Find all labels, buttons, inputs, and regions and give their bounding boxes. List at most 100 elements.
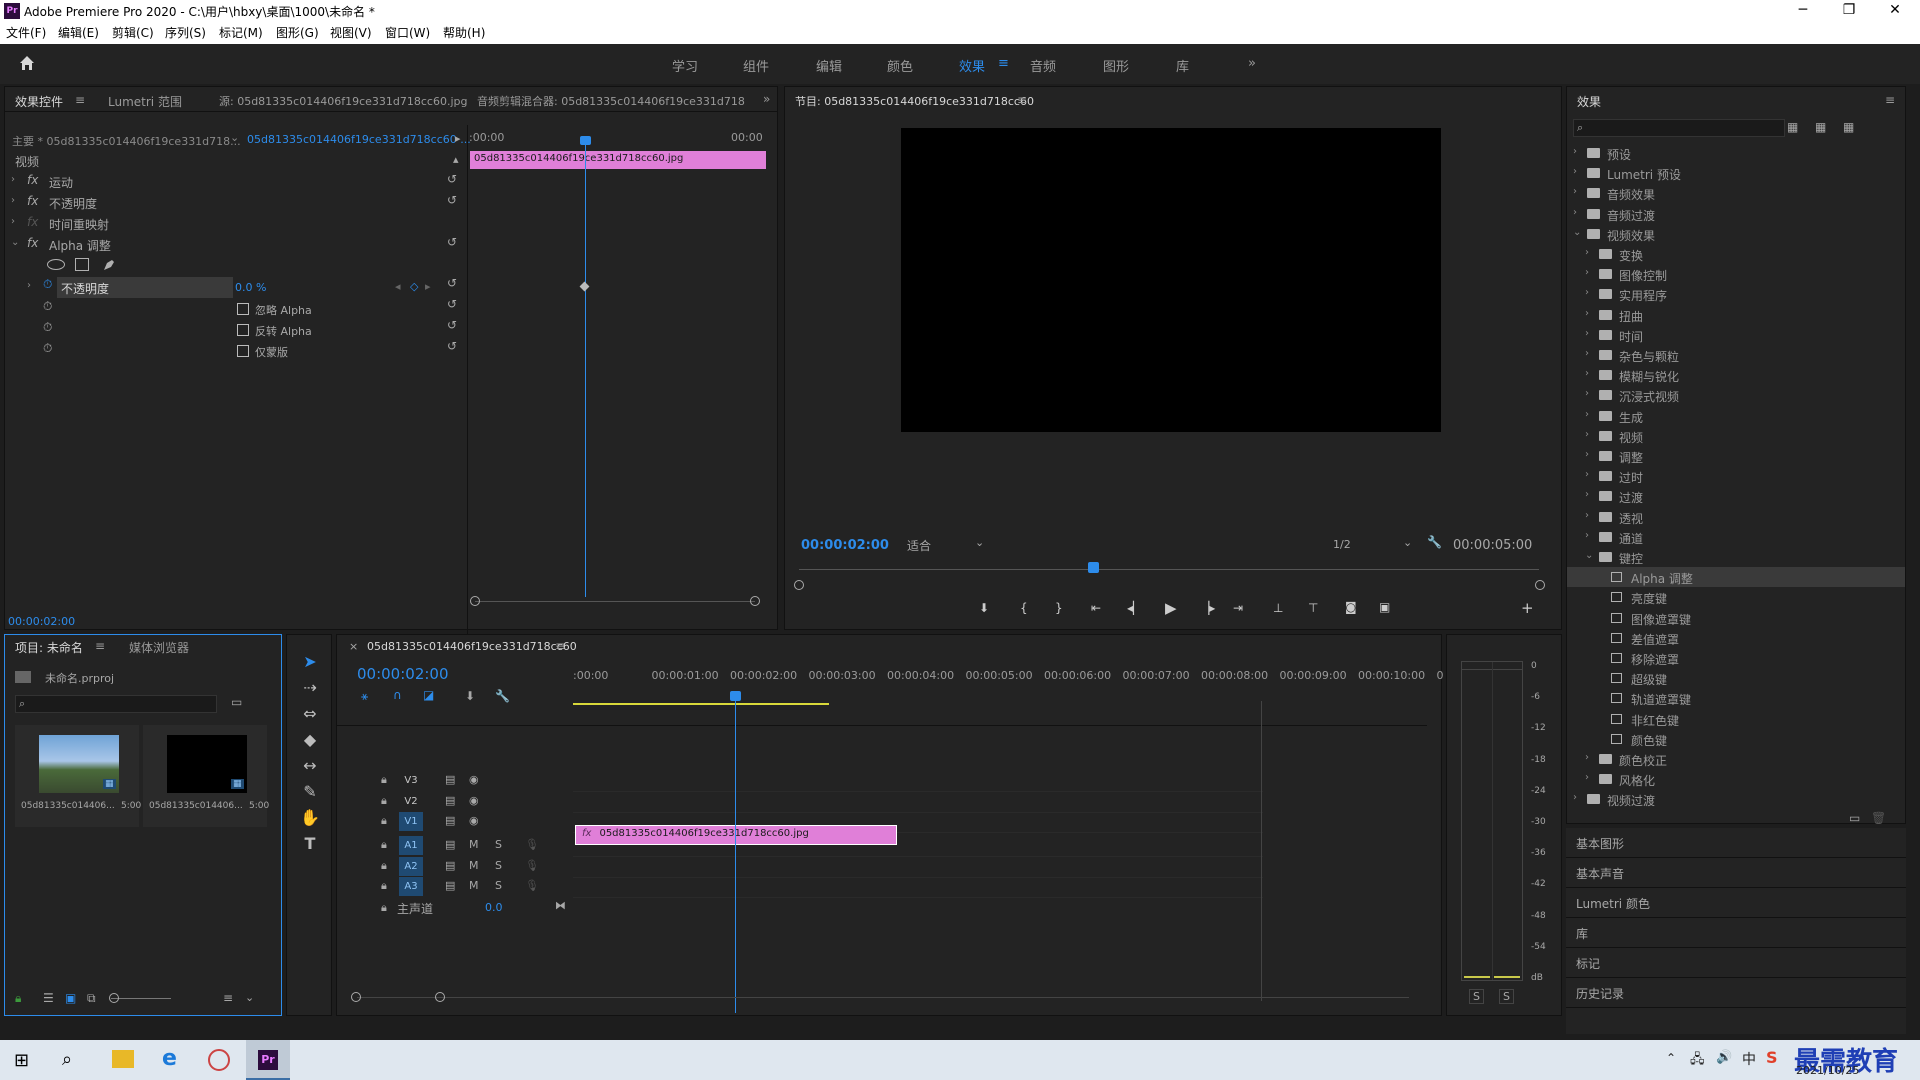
file-explorer-icon[interactable] — [112, 1050, 134, 1068]
zoom-slider[interactable] — [111, 998, 171, 999]
effects-tree-item[interactable]: Alpha 调整 — [1567, 567, 1905, 588]
effects-tree-item[interactable]: › 图像控制 — [1567, 264, 1905, 284]
master-volume-value[interactable]: 0.0 — [485, 901, 503, 914]
mute-button[interactable]: M — [469, 859, 479, 872]
chevron-right-icon[interactable]: › — [1585, 368, 1595, 379]
solo-button[interactable]: S — [495, 838, 502, 851]
effects-tree-item[interactable]: › 时间 — [1567, 325, 1905, 345]
ws-learn[interactable]: 学习 — [672, 56, 698, 75]
camera-icon[interactable]: ◙ — [1345, 600, 1357, 614]
add-marker-icon[interactable]: ⬇ — [465, 689, 475, 703]
zoom-handle-right[interactable] — [1535, 580, 1545, 590]
sequence-clip-link[interactable]: 05d81335c014406f19ce331d718cc60 ... — [247, 133, 471, 146]
menu-graphics[interactable]: 图形(G) — [276, 24, 319, 41]
premiere-taskbar-item[interactable]: Pr — [246, 1040, 290, 1080]
collapse-icon[interactable]: ▴ — [453, 153, 459, 166]
vertical-scrollbar[interactable] — [1261, 701, 1262, 1001]
slip-tool-icon[interactable]: ↔ — [299, 755, 321, 777]
chevron-right-icon[interactable]: › — [1585, 308, 1595, 319]
voiceover-icon[interactable]: 🎙 — [525, 879, 539, 892]
menu-file[interactable]: 文件(F) — [6, 24, 46, 41]
project-search-input[interactable]: ⌕ — [15, 695, 217, 713]
mute-button[interactable]: M — [469, 838, 479, 851]
step-forward-icon[interactable]: ▕▸ — [1200, 601, 1215, 615]
prop-row-time-remap[interactable]: › fx 时间重映射 — [5, 213, 475, 234]
ws-overflow-icon[interactable]: » — [1248, 56, 1256, 71]
effects-tree-item[interactable]: › 预设 — [1567, 143, 1905, 163]
tab-source[interactable]: 源: 05d81335c014406f19ce331d718cc60.jpg — [219, 93, 467, 109]
type-tool-icon[interactable]: T — [299, 833, 321, 855]
menu-marker[interactable]: 标记(M) — [219, 24, 263, 41]
timeline-settings-icon[interactable]: 🔧 — [495, 689, 510, 703]
track-lock-icon[interactable]: 🔒︎ — [381, 773, 387, 787]
track-select-tool-icon[interactable]: ⇢ — [299, 677, 321, 699]
chevron-right-icon[interactable]: › — [1573, 186, 1583, 197]
program-playhead[interactable] — [1088, 562, 1099, 573]
ec-clip-bar[interactable]: 05d81335c014406f19ce331d718cc60.jpg — [470, 151, 766, 169]
sync-lock-icon[interactable]: ▤ — [445, 814, 455, 827]
menu-window[interactable]: 窗口(W) — [385, 24, 430, 41]
chevron-down-icon[interactable]: ⌄ — [975, 536, 984, 549]
razor-tool-icon[interactable]: ◆ — [299, 729, 321, 751]
chevron-down-icon[interactable]: ⌄ — [1585, 550, 1595, 561]
reset-icon[interactable]: ↺ — [447, 235, 457, 249]
track-lock-icon[interactable]: 🔒︎ — [381, 794, 387, 808]
sync-lock-icon[interactable]: ▤ — [445, 859, 455, 872]
reset-icon[interactable]: ↺ — [447, 318, 457, 332]
tab-project[interactable]: 项目: 未命名 — [15, 639, 83, 656]
linked-selection-icon[interactable]: ◪ — [423, 688, 434, 702]
new-bin-icon[interactable]: ▭ — [231, 695, 242, 709]
new-bin-icon[interactable]: ▭ — [1849, 811, 1860, 825]
timeline-playhead-handle[interactable] — [730, 691, 741, 701]
effects-tree-item[interactable]: › 扭曲 — [1567, 305, 1905, 325]
sogou-ime-icon[interactable]: S — [1766, 1048, 1778, 1067]
effects-tree-item[interactable]: ⌄ 键控 — [1567, 547, 1905, 567]
effects-tree-item[interactable]: 图像遮罩键 — [1567, 608, 1905, 628]
program-scrubber[interactable] — [799, 569, 1539, 570]
ws-editing[interactable]: 编辑 — [816, 56, 842, 75]
track-label[interactable]: A1 — [399, 836, 423, 855]
chevron-down-icon[interactable]: ⌄ — [11, 237, 21, 248]
effects-tree-item[interactable]: › 调整 — [1567, 446, 1905, 466]
ws-menu-icon[interactable]: ≡ — [998, 56, 1009, 71]
effects-tree-item[interactable]: 超级键 — [1567, 668, 1905, 688]
tab-media-browser[interactable]: 媒体浏览器 — [129, 639, 189, 656]
prev-keyframe-icon[interactable]: ◂ — [395, 280, 401, 293]
menu-icon[interactable]: ≡ — [95, 639, 105, 653]
pen-tool-icon[interactable]: ✎ — [299, 781, 321, 803]
windows-start-icon[interactable]: ⊞ — [14, 1050, 29, 1071]
panel-essential-sound[interactable]: 基本声音 — [1566, 858, 1906, 888]
horizontal-scrollbar[interactable] — [357, 997, 1409, 998]
program-title[interactable]: 节目: 05d81335c014406f19ce331d718cc60 — [795, 93, 1034, 109]
ws-audio[interactable]: 音频 — [1030, 56, 1056, 75]
wrench-icon[interactable]: 🔧 — [1427, 535, 1442, 549]
stopwatch-icon[interactable]: ⏱ — [43, 320, 52, 335]
menu-icon[interactable]: ≡ — [75, 93, 85, 107]
ec-timecode[interactable]: 00:00:02:00 — [8, 615, 75, 628]
timeline-clip[interactable]: fx 05d81335c014406f19ce331d718cc60.jpg — [575, 825, 897, 845]
sync-lock-icon[interactable]: ▤ — [445, 879, 455, 892]
nest-icon[interactable]: ⚹ — [361, 689, 368, 704]
zoom-handle-right[interactable] — [750, 596, 760, 606]
chevron-right-icon[interactable]: › — [1573, 146, 1583, 157]
menu-clip[interactable]: 剪辑(C) — [112, 24, 154, 41]
hand-tool-icon[interactable]: ✋ — [299, 807, 321, 829]
prop-row-alpha-adjust[interactable]: ⌄ fx Alpha 调整 ↺ — [5, 234, 475, 255]
32bit-filter-icon[interactable]: ▦ — [1815, 120, 1826, 134]
mute-button[interactable]: M — [469, 879, 479, 892]
track-label[interactable]: V1 — [399, 812, 423, 831]
sync-lock-icon[interactable]: ▤ — [445, 838, 455, 851]
sync-lock-icon[interactable]: ▤ — [445, 794, 455, 807]
chevron-down-icon[interactable]: ⌄ — [1573, 227, 1583, 238]
chevron-right-icon[interactable]: › — [1585, 348, 1595, 359]
timeline-tab[interactable]: 05d81335c014406f19ce331d718cc60 — [367, 640, 577, 653]
alpha-opacity-value[interactable]: 0.0 % — [235, 281, 266, 294]
close-icon[interactable]: × — [349, 640, 358, 653]
stopwatch-icon[interactable]: ⏱ — [43, 341, 52, 356]
go-to-in-icon[interactable]: ⇤ — [1091, 601, 1101, 615]
resolution-dropdown[interactable]: 1/2 — [1333, 538, 1351, 551]
chevron-right-icon[interactable]: › — [1585, 287, 1595, 298]
chevron-right-icon[interactable]: › — [1585, 772, 1595, 783]
ws-color[interactable]: 颜色 — [887, 56, 913, 75]
chevron-right-icon[interactable]: › — [11, 216, 21, 227]
